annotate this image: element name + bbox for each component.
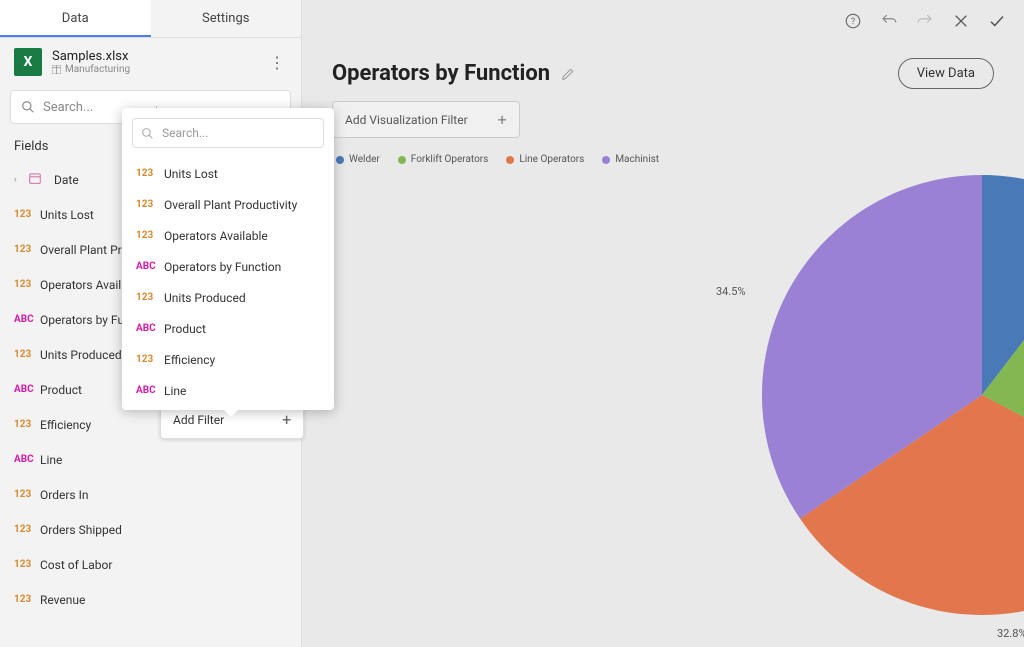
pie-label: 32.8% [997, 627, 1024, 640]
pie-label: 34.5% [716, 285, 746, 298]
field-item[interactable]: 123Orders Shipped [4, 512, 297, 547]
field-picker-popover: Search... 123Units Lost123Overall Plant … [122, 108, 334, 410]
popover-field-label: Operators by Function [164, 260, 281, 274]
datasource-row: X Samples.xlsx Manufacturing ⋮ [0, 38, 301, 86]
popover-field-item[interactable]: ABCOperators by Function [122, 251, 334, 282]
search-icon [21, 100, 35, 114]
field-label: Operators by Fu... [40, 313, 134, 327]
field-item[interactable]: 123Revenue [4, 582, 297, 617]
field-label: Efficiency [40, 418, 91, 432]
field-label: Orders Shipped [40, 523, 122, 537]
popover-field-item[interactable]: ABCLine [122, 375, 334, 406]
field-label: Orders In [40, 488, 88, 502]
datasource-menu-icon[interactable]: ⋮ [267, 53, 287, 72]
field-label: Product [40, 383, 82, 397]
popover-field-label: Line [164, 384, 186, 398]
canvas: ? Operators by Function View Data Add Vi… [302, 0, 1024, 647]
chart-title: Operators by Function [332, 61, 576, 86]
view-data-button[interactable]: View Data [898, 58, 994, 89]
plus-icon: + [498, 110, 507, 129]
legend-item[interactable]: Forklift Operators [398, 154, 489, 165]
popover-field-item[interactable]: 123Operators Available [122, 220, 334, 251]
tab-settings[interactable]: Settings [151, 0, 302, 37]
popover-field-label: Units Produced [164, 291, 246, 305]
top-toolbar: ? [302, 0, 1024, 42]
popover-field-label: Units Lost [164, 167, 218, 181]
field-label: Units Lost [40, 208, 94, 222]
field-label: Cost of Labor [40, 558, 112, 572]
pie-chart: 10.4%22.3%32.8%34.5% [612, 120, 1024, 640]
legend-item[interactable]: Welder [336, 154, 380, 165]
field-label: Revenue [40, 593, 85, 607]
field-label: Date [54, 173, 79, 187]
popover-search-input[interactable]: Search... [132, 118, 324, 148]
popover-field-item[interactable]: 123Overall Plant Productivity [122, 189, 334, 220]
popover-field-item[interactable]: ABCProduct [122, 313, 334, 344]
field-label: Operators Avail... [40, 278, 131, 292]
datasource-subtitle: Manufacturing [52, 64, 267, 75]
excel-icon: X [14, 48, 42, 76]
legend-item[interactable]: Line Operators [506, 154, 584, 165]
svg-text:?: ? [851, 17, 855, 27]
field-item[interactable]: ABCLine [4, 442, 297, 477]
help-icon[interactable]: ? [844, 12, 862, 30]
table-icon [52, 65, 61, 74]
close-icon[interactable] [952, 12, 970, 30]
popover-field-label: Overall Plant Productivity [164, 198, 297, 212]
popover-field-label: Operators Available [164, 229, 268, 243]
popover-field-label: Product [164, 322, 206, 336]
sidebar-search-placeholder: Search... [43, 100, 93, 115]
popover-field-label: Efficiency [164, 353, 215, 367]
field-label: Overall Plant Pr... [40, 243, 130, 257]
add-visualization-filter-button[interactable]: Add Visualization Filter + [332, 101, 520, 138]
popover-field-item[interactable]: 123Efficiency [122, 344, 334, 375]
redo-icon[interactable] [916, 12, 934, 30]
popover-search-placeholder: Search... [162, 126, 208, 140]
edit-title-icon[interactable] [560, 66, 576, 82]
field-item[interactable]: 123Cost of Labor [4, 547, 297, 582]
search-icon [141, 127, 154, 140]
tab-data[interactable]: Data [0, 0, 151, 37]
popover-field-item[interactable]: 123Units Produced [122, 282, 334, 313]
field-item[interactable]: 123Orders In [4, 477, 297, 512]
field-label: Line [40, 453, 62, 467]
popover-field-item[interactable]: 123Units Lost [122, 158, 334, 189]
undo-icon[interactable] [880, 12, 898, 30]
sidebar-tabs: Data Settings [0, 0, 301, 38]
field-label: Units Produced [40, 348, 122, 362]
datasource-title: Samples.xlsx [52, 49, 267, 64]
plus-icon: + [282, 410, 291, 429]
confirm-icon[interactable] [988, 12, 1006, 30]
